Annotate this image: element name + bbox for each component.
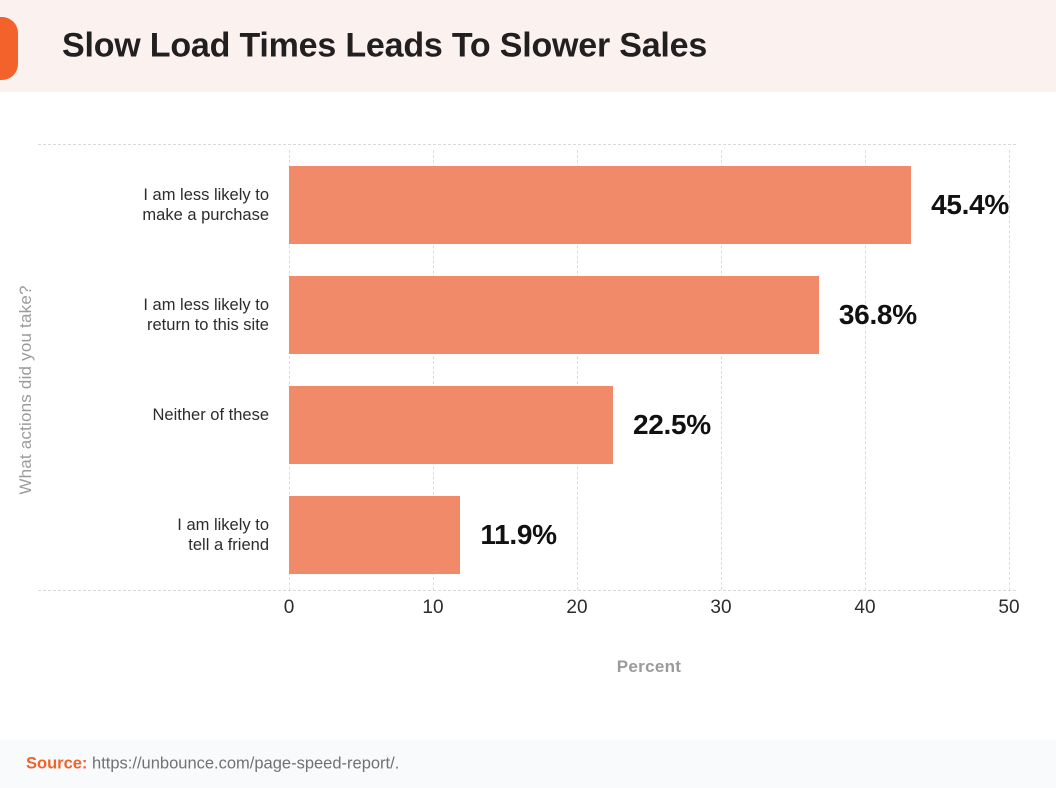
x-axis-title: Percent xyxy=(616,657,682,676)
source-line: Source: https://unbounce.com/page-speed-… xyxy=(26,755,399,774)
x-tick-label: 10 xyxy=(422,597,444,618)
source-url: https://unbounce.com/page-speed-report/. xyxy=(92,754,400,773)
y-axis-title: What actions did you take? xyxy=(16,285,35,495)
plot-top-rule xyxy=(38,144,1016,145)
bar xyxy=(289,386,613,464)
bar xyxy=(289,496,461,574)
category-label: I am likely to tell a friend xyxy=(177,516,269,554)
bar-value-label: 22.5% xyxy=(633,409,711,440)
plot-region: 45.4% 36.8% 22.5% 11.9% xyxy=(289,150,1010,590)
x-axis-ticks: 0 10 20 30 40 50 xyxy=(284,597,1020,627)
x-tick-label: 40 xyxy=(854,597,876,618)
chart-area: What actions did you take? I am less lik… xyxy=(0,92,1056,740)
bar-series: 45.4% 36.8% 22.5% 11.9% xyxy=(289,150,1009,590)
category-labels: I am less likely to make a purchase I am … xyxy=(39,150,269,590)
plot-bottom-rule xyxy=(38,590,1016,591)
x-tick-label: 20 xyxy=(566,597,588,618)
bar-value-label: 36.8% xyxy=(838,299,917,330)
bar-row: 36.8% xyxy=(289,276,1009,354)
category-label: I am less likely to return to this site xyxy=(143,296,269,334)
bar-row: 22.5% xyxy=(289,386,1009,464)
bar-value-label: 11.9% xyxy=(480,519,557,550)
bar-value-label: 45.4% xyxy=(931,189,1009,220)
x-tick-label: 30 xyxy=(710,597,732,618)
bar-row: 11.9% xyxy=(289,496,1009,574)
category-label: I am less likely to make a purchase xyxy=(142,186,269,224)
x-tick-label: 50 xyxy=(998,597,1020,618)
bar-row: 45.4% xyxy=(289,166,1009,244)
x-tick-label: 0 xyxy=(283,597,295,618)
chart-header: Slow Load Times Leads To Slower Sales xyxy=(0,0,1056,92)
bar xyxy=(289,276,819,354)
chart-footer: Source: https://unbounce.com/page-speed-… xyxy=(0,740,1056,788)
header-accent-bar xyxy=(0,17,18,80)
bar xyxy=(289,166,912,244)
gridline-50 xyxy=(1009,150,1010,590)
source-label: Source: xyxy=(26,754,88,773)
category-label: Neither of these xyxy=(152,406,269,424)
page-title: Slow Load Times Leads To Slower Sales xyxy=(62,26,708,65)
